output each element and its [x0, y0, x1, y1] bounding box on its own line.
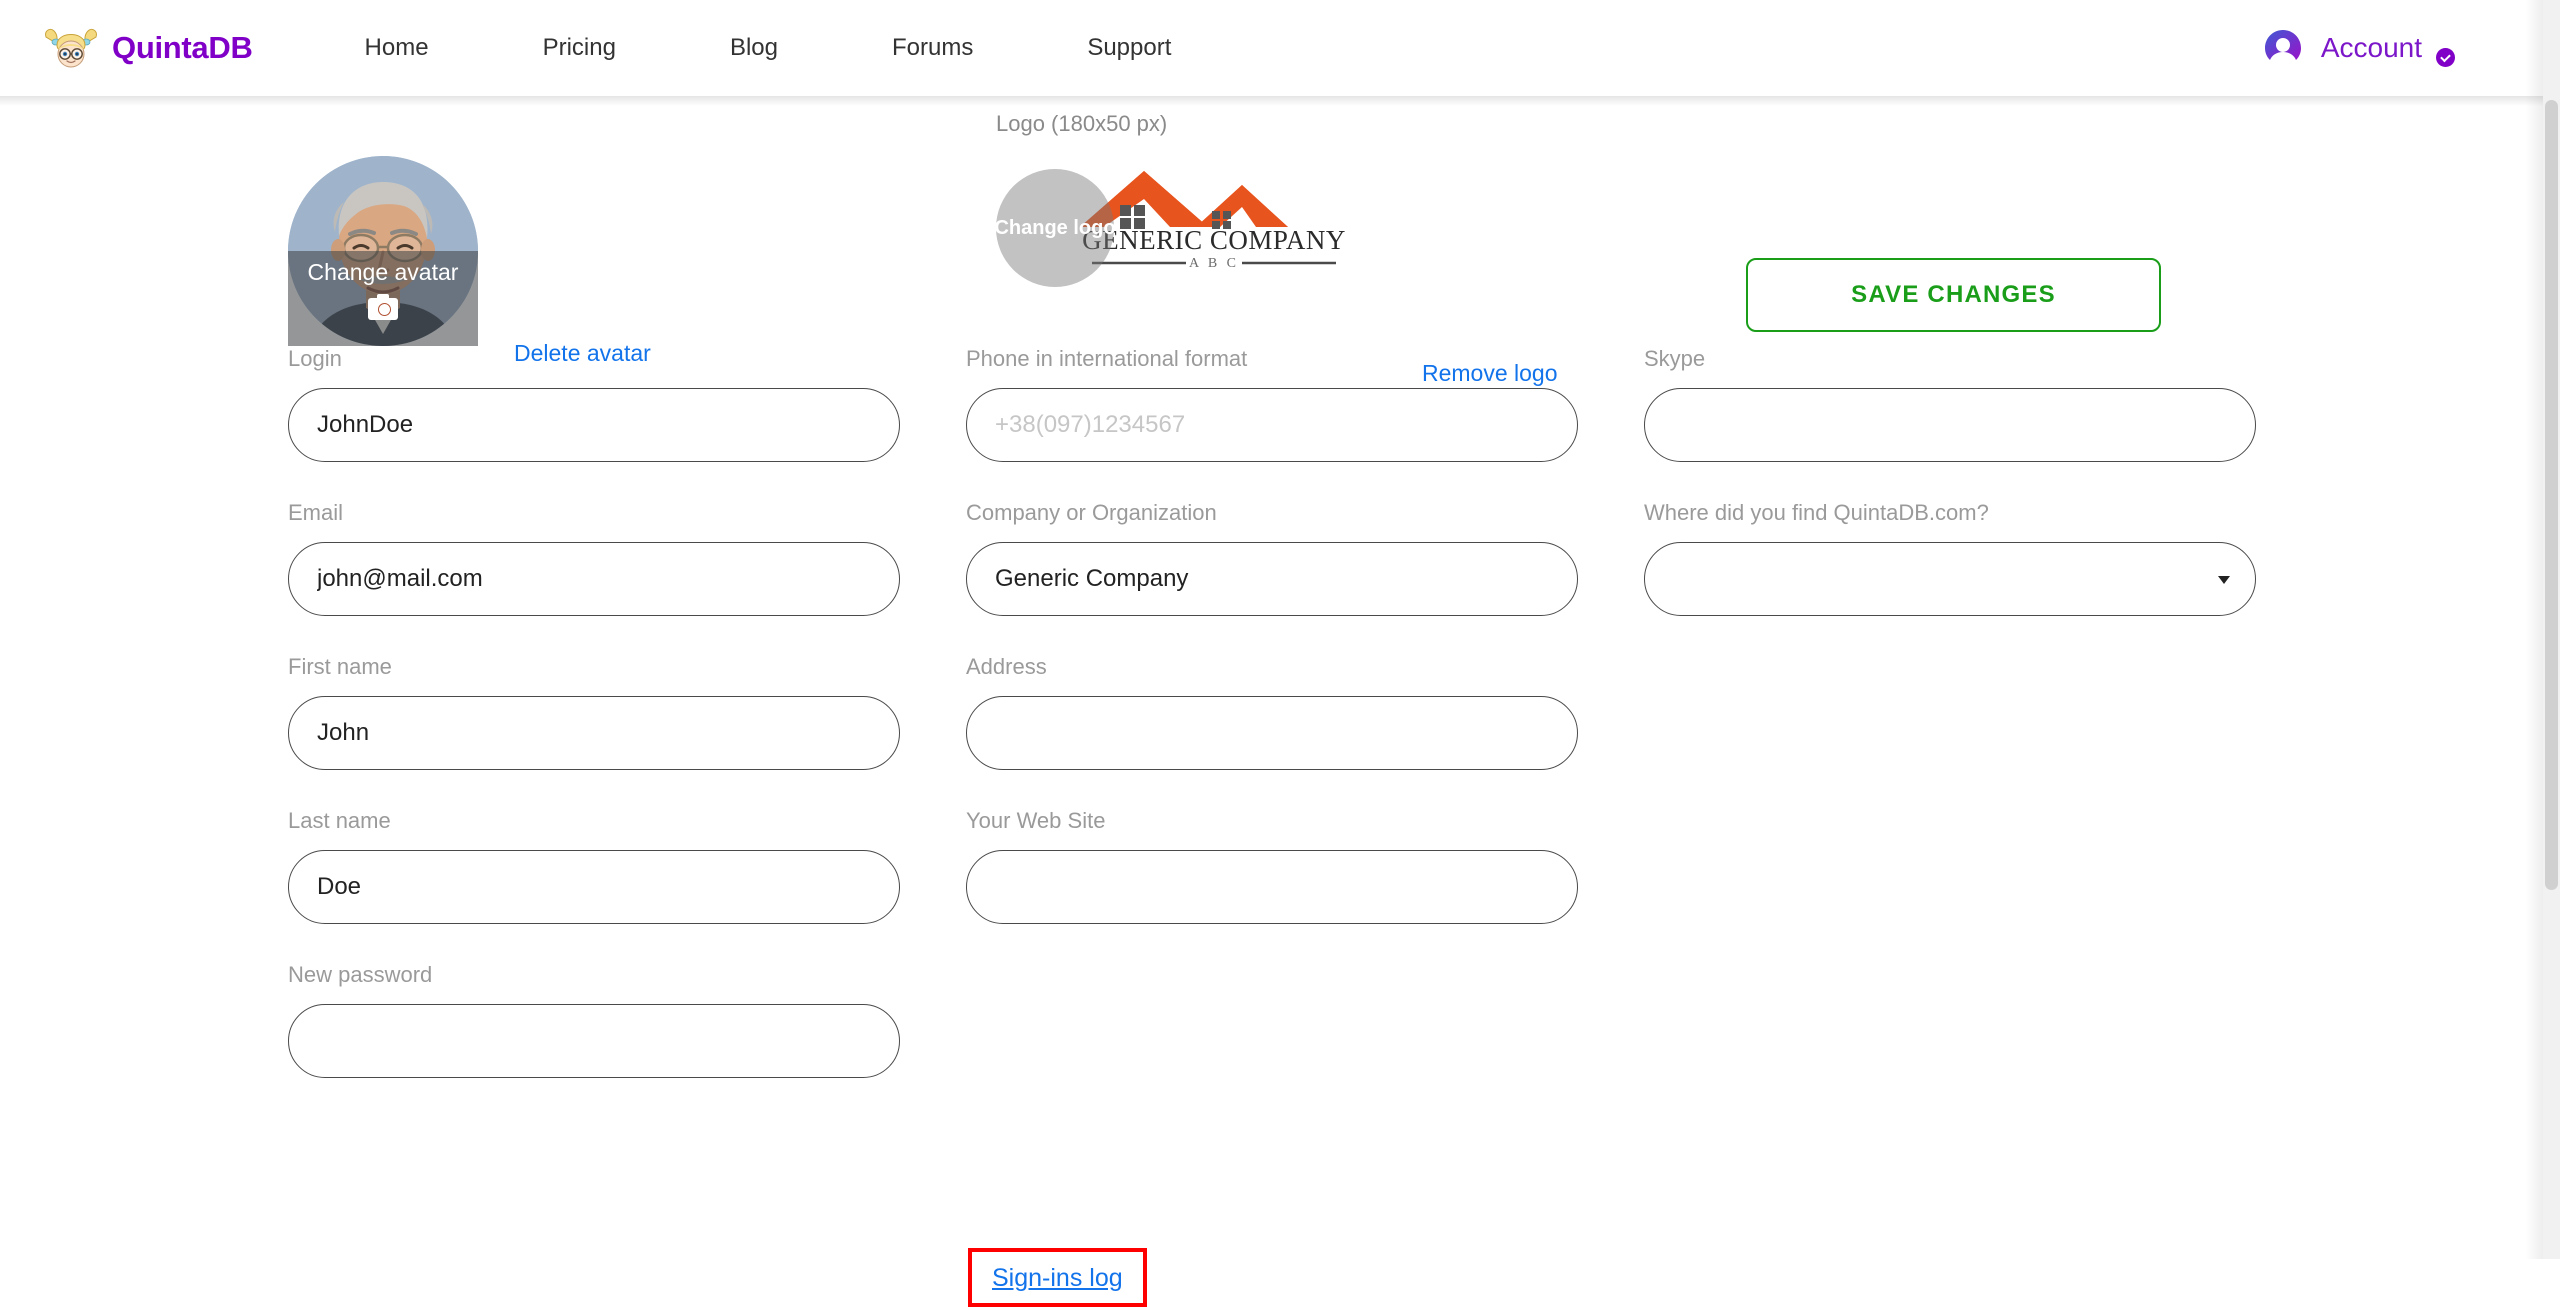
site-header: QuintaDB Home Pricing Blog Forums Suppor…: [0, 0, 2543, 96]
account-user-icon: [2263, 28, 2303, 68]
referral-source-wrapper: [1644, 542, 2256, 616]
label-first-name: First name: [288, 654, 392, 679]
label-login: Login: [288, 346, 342, 371]
profile-top-row: Change avatar Delete avatar Logo (180x50…: [0, 96, 2543, 386]
label-new-password: New password: [288, 962, 433, 987]
change-logo-label: Change logo: [994, 216, 1116, 239]
logo-caption: Logo (180x50 px): [996, 111, 1168, 136]
field-new-password: New password: [288, 962, 900, 1078]
scrollbar-thumb[interactable]: [2545, 100, 2558, 890]
nav-item-home[interactable]: Home: [365, 26, 429, 70]
field-skype: Skype: [1644, 346, 2256, 462]
field-login: Login: [288, 346, 900, 462]
login-input[interactable]: [288, 388, 900, 462]
account-label: Account: [2320, 32, 2422, 63]
avatar[interactable]: Change avatar: [288, 156, 478, 346]
nav-item-support[interactable]: Support: [1087, 26, 1171, 70]
logo-section: Logo (180x50 px) GENERIC COMPANY A B C C…: [994, 96, 1354, 287]
header-shadow: [0, 96, 2543, 106]
label-website: Your Web Site: [966, 808, 1106, 833]
profile-page: Change avatar Delete avatar Logo (180x50…: [0, 96, 2543, 1307]
save-changes-button[interactable]: SAVE CHANGES: [1746, 258, 2161, 332]
vertical-scrollbar[interactable]: [2543, 0, 2560, 1259]
label-skype: Skype: [1644, 346, 1706, 371]
email-input[interactable]: [288, 542, 900, 616]
change-logo-overlay[interactable]: Change logo: [994, 169, 1116, 287]
label-phone: Phone in international format: [966, 346, 1248, 371]
form-column-middle: Phone in international format Company or…: [966, 346, 1578, 962]
company-input[interactable]: [966, 542, 1578, 616]
main-navigation: Home Pricing Blog Forums Support: [365, 26, 1172, 70]
nav-item-forums[interactable]: Forums: [892, 26, 973, 70]
signins-log-highlight: Sign-ins log: [968, 1248, 1147, 1307]
form-column-right: Skype Where did you find QuintaDB.com?: [1644, 346, 2256, 654]
field-address: Address: [966, 654, 1578, 770]
avatar-photo[interactable]: [288, 156, 478, 346]
label-email: Email: [288, 500, 344, 525]
new-password-input[interactable]: [288, 1004, 900, 1078]
chevron-down-icon[interactable]: [2436, 47, 2455, 67]
first-name-input[interactable]: [288, 696, 900, 770]
label-referral-source: Where did you find QuintaDB.com?: [1644, 500, 1989, 525]
quintadb-mascot-icon: [44, 25, 98, 71]
skype-input[interactable]: [1644, 388, 2256, 462]
address-input[interactable]: [966, 696, 1578, 770]
svg-text:A B C: A B C: [1189, 256, 1239, 269]
form-column-left: Login Email First name Last name New pas…: [288, 346, 900, 1116]
referral-source-select[interactable]: [1644, 542, 2256, 616]
label-company: Company or Organization: [966, 500, 1217, 525]
logo-image-wrapper[interactable]: GENERIC COMPANY A B C Change logo: [994, 159, 1354, 287]
svg-text:GENERIC COMPANY: GENERIC COMPANY: [1082, 225, 1346, 255]
phone-input[interactable]: [966, 388, 1578, 462]
field-website: Your Web Site: [966, 808, 1578, 924]
company-logo-image: GENERIC COMPANY A B C: [1074, 159, 1354, 269]
nav-item-pricing[interactable]: Pricing: [543, 26, 616, 70]
website-input[interactable]: [966, 850, 1578, 924]
field-phone: Phone in international format: [966, 346, 1578, 462]
signins-log-link[interactable]: Sign-ins log: [992, 1264, 1123, 1292]
label-last-name: Last name: [288, 808, 391, 833]
field-email: Email: [288, 500, 900, 616]
brand-logo-link[interactable]: QuintaDB: [44, 25, 253, 71]
last-name-input[interactable]: [288, 850, 900, 924]
label-address: Address: [966, 654, 1047, 679]
account-menu[interactable]: Account: [2263, 28, 2455, 68]
field-first-name: First name: [288, 654, 900, 770]
field-referral-source: Where did you find QuintaDB.com?: [1644, 500, 2256, 616]
brand-name: QuintaDB: [112, 30, 253, 65]
nav-item-blog[interactable]: Blog: [730, 26, 778, 70]
field-last-name: Last name: [288, 808, 900, 924]
field-company: Company or Organization: [966, 500, 1578, 616]
